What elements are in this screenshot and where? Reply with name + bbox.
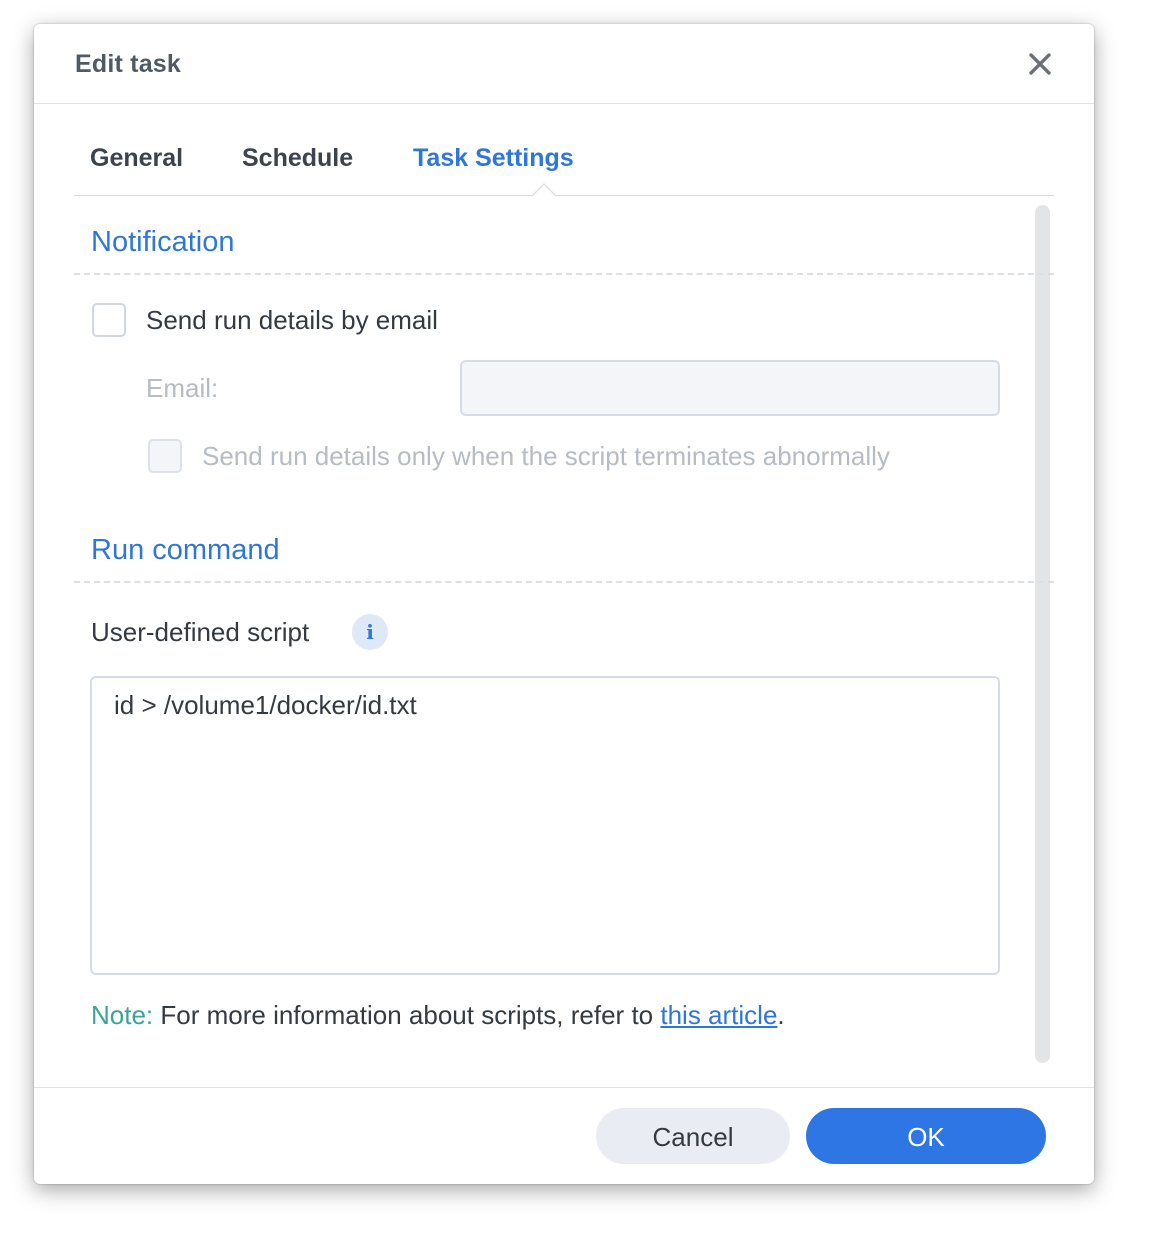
edit-task-dialog: Edit task General Schedule Task Settings…: [34, 24, 1094, 1184]
notification-section-title: Notification: [91, 226, 235, 258]
send-email-checkbox[interactable]: [92, 303, 126, 337]
close-icon[interactable]: [1026, 50, 1054, 78]
tab-general[interactable]: General: [90, 144, 183, 173]
note-suffix: .: [777, 1000, 785, 1030]
note-prefix: Note:: [91, 1000, 154, 1030]
dialog-title: Edit task: [75, 50, 181, 78]
tab-schedule[interactable]: Schedule: [242, 144, 353, 173]
run-command-section-title: Run command: [91, 534, 280, 566]
scrollbar[interactable]: [1035, 205, 1050, 1063]
dialog-titlebar: Edit task: [34, 24, 1094, 104]
script-textarea[interactable]: id > /volume1/docker/id.txt: [90, 676, 1000, 975]
send-email-label: Send run details by email: [146, 305, 438, 335]
tab-bar: General Schedule Task Settings: [74, 104, 1054, 196]
section-divider: [74, 273, 1054, 275]
script-label: User-defined script: [91, 617, 310, 647]
this-article-link[interactable]: this article: [660, 1000, 777, 1030]
dialog-footer: Cancel OK: [34, 1087, 1094, 1185]
email-label: Email:: [146, 373, 219, 403]
tab-pointer-icon: [532, 183, 556, 196]
section-divider: [74, 581, 1054, 583]
ok-button[interactable]: OK: [806, 1108, 1046, 1164]
script-note: Note: For more information about scripts…: [91, 1000, 785, 1031]
tab-task-settings[interactable]: Task Settings: [413, 144, 574, 173]
cancel-button[interactable]: Cancel: [596, 1108, 790, 1164]
abnormal-only-label: Send run details only when the script te…: [202, 441, 890, 471]
note-text: For more information about scripts, refe…: [153, 1000, 661, 1030]
email-field[interactable]: [460, 360, 1000, 416]
abnormal-only-checkbox[interactable]: [148, 439, 182, 473]
info-icon[interactable]: i: [352, 614, 388, 650]
